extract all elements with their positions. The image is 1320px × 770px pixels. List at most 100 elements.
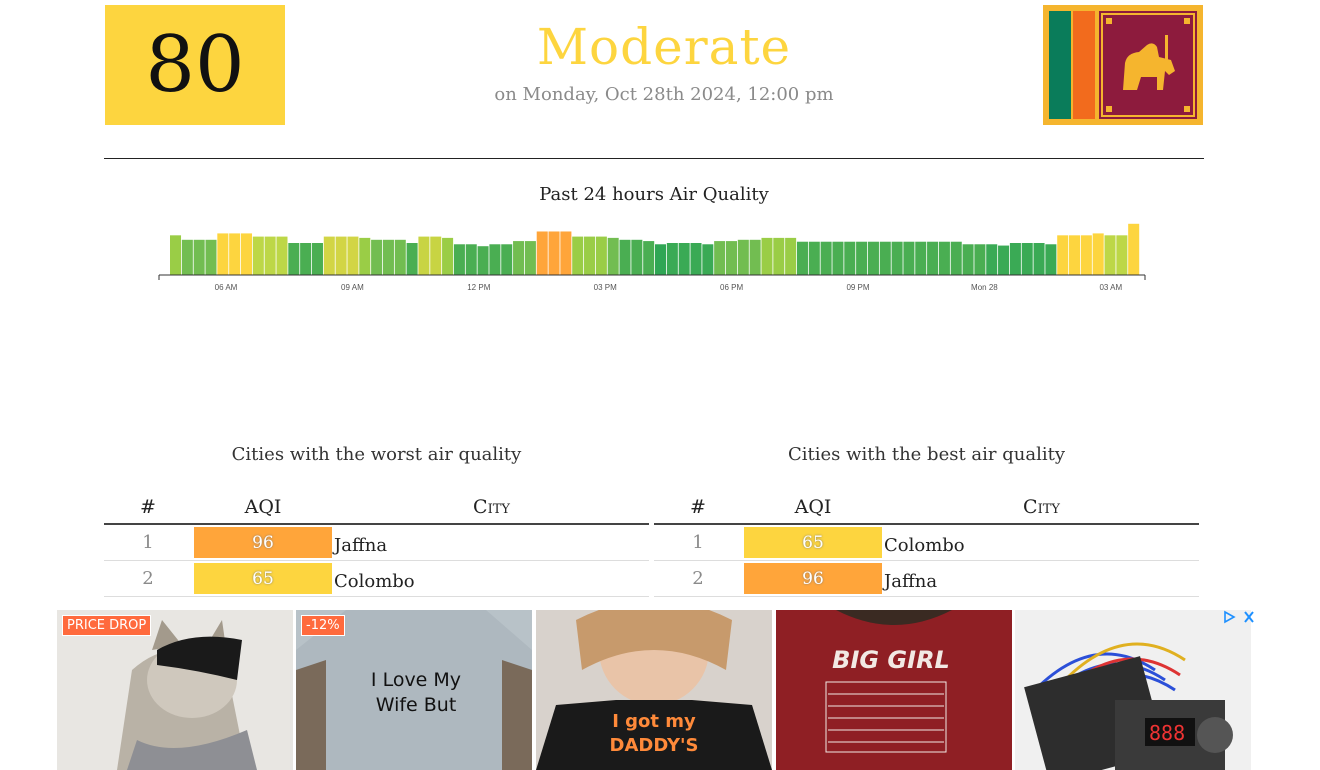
chart-bar[interactable]	[938, 241, 950, 275]
ad-item-kid-tshirt[interactable]: I got my DADDY'S	[536, 610, 772, 770]
chart-bar[interactable]	[323, 236, 335, 275]
chart-bar[interactable]	[773, 237, 785, 275]
chart-bar[interactable]	[690, 243, 702, 275]
chart-bar[interactable]	[442, 237, 454, 275]
chart-bar[interactable]	[371, 239, 383, 275]
chart-bar[interactable]	[217, 233, 229, 275]
col-header-rank: #	[654, 490, 742, 525]
chart-bar[interactable]	[714, 241, 726, 275]
chart-bar[interactable]	[335, 236, 347, 275]
chart-bar[interactable]	[229, 233, 241, 275]
chart-bar[interactable]	[655, 244, 667, 275]
chart-bar[interactable]	[311, 243, 323, 275]
chart-bar[interactable]	[856, 241, 868, 275]
chart-bar[interactable]	[477, 246, 489, 275]
chart-bar[interactable]	[796, 241, 808, 275]
chart-bar[interactable]	[465, 244, 477, 275]
chart-bar[interactable]	[643, 241, 655, 275]
city-link[interactable]: Jaffna	[334, 524, 649, 561]
chart-bar[interactable]	[820, 241, 832, 275]
chart-bar[interactable]	[832, 241, 844, 275]
chart-bar[interactable]	[501, 244, 513, 275]
chart-bar[interactable]	[915, 241, 927, 275]
aqi-badge: 65	[744, 527, 882, 558]
chart-bar[interactable]	[300, 243, 312, 275]
chart-bar[interactable]	[560, 231, 572, 275]
chart-bar[interactable]	[879, 241, 891, 275]
chart-bar[interactable]	[536, 231, 548, 275]
chart-bar[interactable]	[1092, 233, 1104, 275]
chart-bar[interactable]	[891, 241, 903, 275]
chart-bar[interactable]	[950, 241, 962, 275]
chart-bar[interactable]	[761, 237, 773, 275]
chart-bar[interactable]	[1009, 243, 1021, 275]
ad-item-tshirt[interactable]: -12% I Love My Wife But	[296, 610, 532, 770]
chart-bar[interactable]	[418, 236, 430, 275]
aqi-badge: 96	[194, 527, 332, 558]
chart-bar[interactable]	[844, 241, 856, 275]
chart-bar[interactable]	[927, 241, 939, 275]
chart-bar[interactable]	[240, 233, 253, 275]
chart-bar[interactable]	[1104, 235, 1116, 275]
chart-bar[interactable]	[737, 239, 749, 275]
chart-bar[interactable]	[595, 236, 607, 275]
chart-bar[interactable]	[986, 244, 998, 275]
col-header-city: City	[884, 490, 1199, 525]
chart-bar[interactable]	[1069, 235, 1081, 275]
chart-bar[interactable]	[808, 241, 820, 275]
chart-bar[interactable]	[584, 236, 596, 275]
chart-bar[interactable]	[359, 237, 371, 275]
chart-bar[interactable]	[962, 244, 974, 275]
chart-bar[interactable]	[1033, 243, 1045, 275]
chart-bar[interactable]	[524, 241, 536, 275]
chart-bar[interactable]	[453, 244, 465, 275]
chart-bar[interactable]	[548, 231, 560, 275]
chart-bar[interactable]	[406, 243, 418, 275]
chart-bar[interactable]	[382, 239, 394, 275]
chart-bar[interactable]	[513, 241, 525, 275]
chart-bar[interactable]	[785, 237, 797, 275]
chart-bar[interactable]	[276, 236, 288, 275]
chart-bar[interactable]	[288, 243, 300, 275]
chart-bar[interactable]	[974, 244, 986, 275]
chart-bar[interactable]	[181, 239, 193, 275]
chart-bar[interactable]	[1057, 235, 1069, 275]
ad-item-big-girl-tshirt[interactable]: BIG GIRL	[776, 610, 1012, 770]
chart-bar[interactable]	[631, 239, 643, 275]
x-tick-label: 06 AM	[215, 283, 238, 292]
chart-bar[interactable]	[205, 239, 217, 275]
chart-bar[interactable]	[1045, 244, 1057, 275]
chart-bar[interactable]	[489, 244, 501, 275]
city-link[interactable]: Colombo	[334, 560, 649, 597]
chart-bar[interactable]	[1021, 243, 1033, 275]
chart-bar[interactable]	[347, 236, 359, 275]
chart-bar[interactable]	[1080, 235, 1092, 275]
chart-bar[interactable]	[998, 245, 1010, 275]
chart-bar[interactable]	[678, 243, 690, 275]
chart-bar[interactable]	[725, 241, 738, 275]
chart-bar[interactable]	[903, 241, 915, 275]
chart-bar[interactable]	[666, 243, 678, 275]
chart-bar[interactable]	[394, 239, 406, 275]
chart-bar[interactable]	[749, 239, 761, 275]
chart-bar[interactable]	[572, 236, 584, 275]
chart-bar[interactable]	[867, 241, 879, 275]
chart-bar[interactable]	[264, 236, 276, 275]
col-header-city: City	[334, 490, 649, 525]
chart-bar[interactable]	[252, 236, 264, 275]
chart-bar[interactable]	[430, 236, 442, 275]
chart-bar[interactable]	[702, 244, 714, 275]
chart-bar[interactable]	[619, 239, 631, 275]
chart-bar[interactable]	[1116, 235, 1128, 275]
kid-tshirt-slogan: I got my DADDY'S	[609, 711, 699, 757]
chart-bar[interactable]	[170, 235, 182, 275]
city-link[interactable]: Colombo	[884, 524, 1199, 561]
ad-item-cat-shirt[interactable]: PRICE DROP	[57, 610, 293, 770]
city-link[interactable]: Jaffna	[884, 560, 1199, 597]
ad-choices-icon[interactable]	[1222, 610, 1258, 624]
chart-bar[interactable]	[607, 237, 619, 275]
ad-item-motor-controller[interactable]: 888	[1015, 610, 1251, 770]
rank-cell: 2	[104, 560, 192, 597]
chart-bar[interactable]	[193, 239, 205, 275]
chart-bar[interactable]	[1128, 223, 1140, 275]
